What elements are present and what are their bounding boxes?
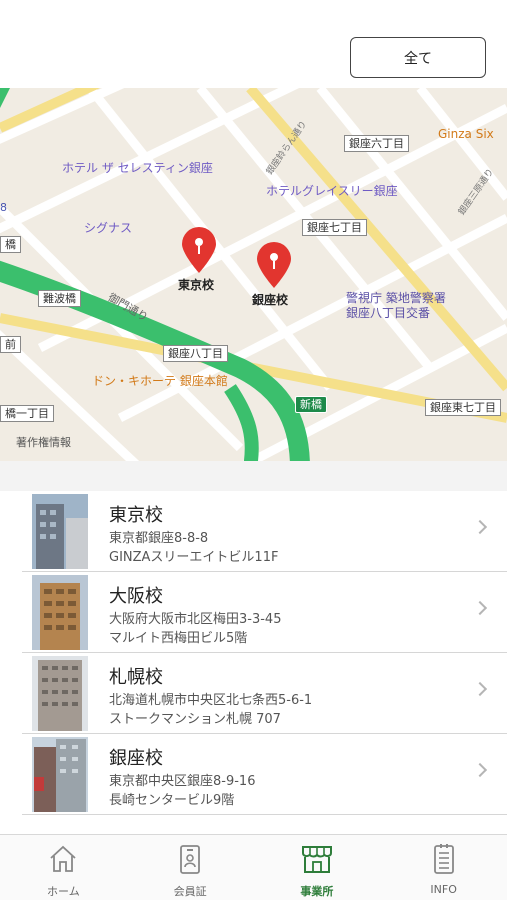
list-item-tokyo[interactable]: 東京校 東京都銀座8-8-8 GINZAスリーエイトビル11F xyxy=(22,491,507,572)
school-building: ストークマンション札幌 707 xyxy=(109,712,281,727)
list-item-osaka[interactable]: 大阪校 大阪府大阪市北区梅田3-3-45 マルイト西梅田ビル5階 xyxy=(22,572,507,653)
map-label-ginza8: 銀座八丁目 xyxy=(163,345,228,362)
map-label-mae: 前 xyxy=(0,336,21,353)
map-divider xyxy=(0,461,507,491)
tab-label: ホーム xyxy=(47,885,80,898)
pin-ginza-icon[interactable] xyxy=(255,241,293,289)
chevron-right-icon xyxy=(472,519,488,535)
map-label-cygnus: シグナス xyxy=(84,221,133,235)
map-label-donki: ドン・キホーテ 銀座本館 xyxy=(92,374,228,388)
pin-label-tokyo: 東京校 xyxy=(178,278,215,292)
list-item-sapporo[interactable]: 札幌校 北海道札幌市中央区北七条西5-6-1 ストークマンション札幌 707 xyxy=(22,653,507,734)
school-address: 大阪府大阪市北区梅田3-3-45 xyxy=(109,612,282,627)
school-address: 北海道札幌市中央区北七条西5-6-1 xyxy=(109,693,313,708)
map-label-naniwabashi: 難波橋 xyxy=(38,290,81,307)
map-label-hotel-gracery: ホテルグレイスリー銀座 xyxy=(266,184,398,198)
pin-tokyo-icon[interactable] xyxy=(180,226,218,274)
map-attribution[interactable]: 著作権情報 xyxy=(16,437,71,448)
tab-label: 事業所 xyxy=(300,885,334,898)
map-label-ichome: 橋一丁目 xyxy=(0,405,54,422)
tab-home[interactable]: ホーム xyxy=(0,835,127,900)
building-photo-icon xyxy=(32,575,88,650)
school-name: 大阪校 xyxy=(109,586,163,607)
list-item-ginza[interactable]: 銀座校 東京都中央区銀座8-9-16 長崎センタービル9階 xyxy=(22,734,507,815)
top-bar: 全て xyxy=(0,0,507,88)
map-label-bashi: 橋 xyxy=(0,236,21,253)
building-photo-icon xyxy=(32,494,88,569)
map-label-ginza6: 銀座六丁目 xyxy=(344,135,409,152)
school-list: 東京校 東京都銀座8-8-8 GINZAスリーエイトビル11F 大阪校 大阪府大… xyxy=(0,491,507,815)
map-label-police: 警視庁 築地警察署 銀座八丁目交番 xyxy=(346,291,446,320)
school-name: 銀座校 xyxy=(109,748,163,769)
school-building: マルイト西梅田ビル5階 xyxy=(109,631,248,646)
map-label-ginza7: 銀座七丁目 xyxy=(302,219,367,236)
map-label-hotel-celestine: ホテル ザ セレスティン銀座 xyxy=(62,161,213,175)
tab-offices[interactable]: 事業所 xyxy=(254,835,381,900)
home-icon xyxy=(50,845,76,872)
school-name: 札幌校 xyxy=(109,667,163,688)
tab-label: INFO xyxy=(430,883,457,896)
school-address: 東京都中央区銀座8-9-16 xyxy=(109,774,256,789)
pin-label-ginza: 銀座校 xyxy=(252,293,289,307)
tab-member-card[interactable]: 会員証 xyxy=(127,835,254,900)
map-label-ginza-east7: 銀座東七丁目 xyxy=(425,399,501,416)
chevron-right-icon xyxy=(472,681,488,697)
store-icon xyxy=(301,846,332,873)
map-label-shinbashi: 新橋 xyxy=(295,396,327,413)
chevron-right-icon xyxy=(472,600,488,616)
member-card-icon xyxy=(180,845,201,874)
tab-info[interactable]: INFO xyxy=(380,835,507,900)
school-building: GINZAスリーエイトビル11F xyxy=(109,550,279,565)
building-photo-icon xyxy=(32,656,88,731)
info-document-icon xyxy=(433,844,454,874)
tab-bar: ホーム 会員証 事業所 INFO xyxy=(0,834,507,900)
chevron-right-icon xyxy=(472,762,488,778)
tab-label: 会員証 xyxy=(173,885,207,898)
map-view[interactable]: ホテル ザ セレスティン銀座 ホテルグレイスリー銀座 Ginza Six シグナ… xyxy=(0,88,507,461)
building-photo-icon xyxy=(32,737,88,812)
map-label-num8: 8 xyxy=(0,201,7,214)
school-address: 東京都銀座8-8-8 xyxy=(109,531,209,546)
school-name: 東京校 xyxy=(109,505,163,526)
school-building: 長崎センタービル9階 xyxy=(109,793,235,808)
filter-all-button[interactable]: 全て xyxy=(350,37,486,78)
map-label-ginza-six: Ginza Six xyxy=(438,127,494,141)
